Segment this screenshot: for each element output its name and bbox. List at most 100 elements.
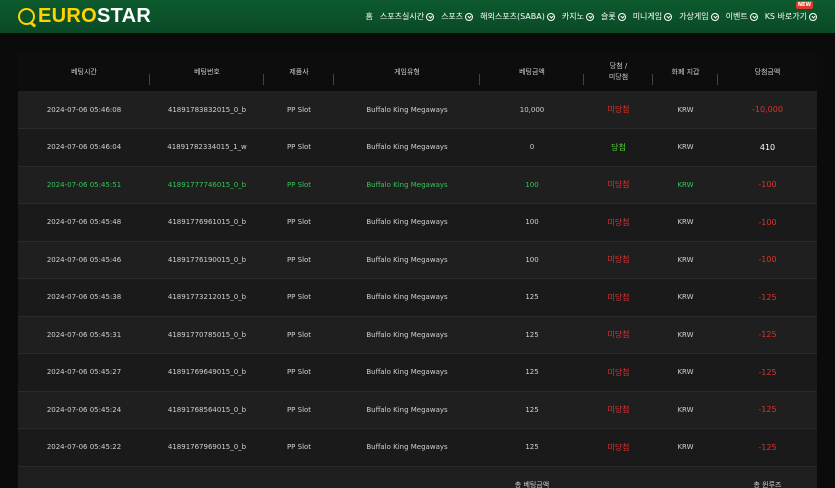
cell-amount: 125 (525, 293, 539, 302)
cell-currency: KRW (677, 405, 694, 414)
cell-id: 41891770785015_0_b (167, 330, 247, 339)
column-header-currency: 화폐 지갑 (653, 53, 718, 91)
cell-id: 41891776190015_0_b (167, 255, 247, 264)
cell-result: 미당첨 (607, 105, 630, 114)
cell-amount: 100 (525, 180, 539, 189)
nav-item-label: 스포츠실시간 (379, 12, 425, 21)
cell-time: 2024-07-06 05:45:51 (46, 180, 122, 189)
nav-item-4[interactable]: 카지노 (562, 11, 594, 22)
cell-game: Buffalo King Megaways (366, 293, 448, 302)
bet-history-table: 베팅시간 베팅번호 제품사 게임유형 베팅금액 당첨 / 미당첨 화폐 지갑 당첨금액 2024… (18, 53, 817, 488)
cell-payout: -10,000 (752, 105, 783, 114)
cell-result: 미당첨 (607, 217, 630, 227)
table-header-row: 베팅시간 베팅번호 제품사 게임유형 베팅금액 당첨 / 미당첨 화폐 지갑 당첨금액 (18, 53, 817, 91)
cell-id: 41891769649015_0_b (167, 368, 247, 377)
cell-time: 2024-07-06 05:45:38 (46, 293, 122, 302)
cell-currency: KRW (677, 143, 694, 152)
nav-item-3[interactable]: 해외스포츠(SABA) (480, 11, 555, 22)
cell-payout: -125 (758, 405, 777, 415)
totals-empty-cell (653, 466, 718, 488)
table-row: 2024-07-06 05:45:22 41891767969015_0_b PP … (18, 428, 817, 466)
nav-item-label: 해외스포츠(SABA) (480, 12, 545, 21)
cell-id: 41891783832015_0_b (167, 105, 247, 114)
cell-time: 2024-07-06 05:45:48 (46, 218, 122, 227)
cell-result: 미당첨 (607, 405, 630, 415)
cell-payout: -100 (758, 180, 777, 190)
table-body: 2024-07-06 05:46:08 41891783832015_0_b PP … (18, 91, 817, 488)
cell-payout: 410 (759, 142, 776, 152)
table-row: 2024-07-06 05:45:27 41891769649015_0_b PP … (18, 353, 817, 391)
cell-id: 41891782334015_1_w (167, 143, 247, 152)
cell-currency: KRW (677, 330, 694, 339)
totals-empty-cell (150, 466, 264, 488)
chevron-down-icon (664, 12, 673, 21)
column-header-provider: 제품사 (264, 53, 334, 91)
column-header-bet-time: 베팅시간 (18, 53, 150, 91)
cell-provider: PP Slot (286, 218, 312, 227)
table-row: 2024-07-06 05:45:31 41891770785015_0_b PP … (18, 316, 817, 354)
nav-item-label: 가상게임 (679, 12, 709, 21)
cell-currency: KRW (677, 255, 694, 264)
cell-provider: PP Slot (286, 443, 312, 452)
nav-item-2[interactable]: 스포츠 (441, 11, 474, 22)
cell-game: Buffalo King Megaways (366, 105, 448, 114)
brand-name-euro: EURO (38, 5, 97, 27)
main-menu: 홈 스포츠실시간 스포츠 해외스포츠(SABA) 카지노 슬롯 미니게임 가상게임 이벤트 KS … (359, 0, 817, 33)
cell-id: 41891767969015_0_b (167, 443, 247, 452)
cell-payout: -100 (758, 217, 777, 227)
cell-currency: KRW (677, 293, 694, 302)
nav-item-1[interactable]: 스포츠실시간 (379, 11, 435, 22)
nav-item-0[interactable]: 홈 (366, 11, 373, 22)
cell-id: 41891768564015_0_b (167, 405, 247, 414)
total-bet-label: 총 베팅금액 (514, 480, 550, 488)
cell-time: 2024-07-06 05:46:04 (46, 143, 122, 152)
nav-item-5[interactable]: 슬롯 (601, 11, 626, 22)
column-header-payout: 당첨금액 (754, 67, 781, 76)
cell-amount: 125 (525, 330, 539, 339)
cell-provider: PP Slot (286, 368, 312, 377)
brand-name: EUROSTAR (38, 5, 151, 28)
cell-payout: -125 (758, 442, 777, 452)
cell-amount: 100 (525, 255, 539, 264)
logo-q-icon (18, 8, 35, 25)
cell-game: Buffalo King Megaways (366, 405, 448, 414)
cell-game: Buffalo King Megaways (366, 368, 448, 377)
nav-item-9[interactable]: KS 바로가기 NEW (764, 1, 817, 22)
top-navigation-bar: EUROSTAR 홈 스포츠실시간 스포츠 해외스포츠(SABA) 카지노 슬롯 미니게임 가… (0, 0, 835, 33)
cell-amount: 10,000 (519, 105, 545, 114)
nav-item-label: KS 바로가기 (764, 12, 807, 21)
nav-item-label: 스포츠 (441, 12, 464, 21)
cell-time: 2024-07-06 05:45:46 (46, 255, 122, 264)
brand-logo[interactable]: EUROSTAR (18, 5, 151, 28)
totals-empty-cell (334, 466, 480, 488)
cell-provider: PP Slot (286, 180, 312, 189)
cell-result: 미당첨 (607, 292, 630, 302)
nav-item-label: 미니게임 (632, 12, 663, 21)
cell-id: 41891777746015_0_b (167, 180, 247, 189)
cell-result: 당첨 (611, 142, 626, 152)
cell-id: 41891773212015_0_b (167, 293, 247, 302)
nav-item-8[interactable]: 이벤트 (726, 11, 758, 22)
new-badge: NEW (795, 1, 813, 9)
nav-item-label: 카지노 (561, 12, 584, 21)
cell-amount: 125 (525, 368, 539, 377)
cell-currency: KRW (677, 218, 694, 227)
cell-game: Buffalo King Megaways (366, 143, 448, 152)
cell-result: 미당첨 (607, 255, 630, 265)
nav-item-6[interactable]: 미니게임 (632, 11, 673, 22)
cell-currency: KRW (677, 180, 694, 189)
cell-time: 2024-07-06 05:45:27 (46, 368, 122, 377)
chevron-down-icon (809, 12, 817, 21)
cell-result: 미당첨 (607, 180, 630, 190)
cell-game: Buffalo King Megaways (366, 255, 448, 264)
cell-currency: KRW (677, 105, 694, 114)
column-header-result: 당첨 / 미당첨 (584, 53, 653, 91)
column-header-bet-id: 베팅번호 (150, 53, 264, 91)
chevron-down-icon (465, 12, 474, 21)
nav-item-label: 이벤트 (725, 12, 748, 21)
chevron-down-icon (546, 12, 555, 21)
cell-amount: 125 (525, 405, 539, 414)
nav-item-7[interactable]: 가상게임 (679, 11, 719, 22)
cell-result: 미당첨 (607, 442, 630, 452)
cell-time: 2024-07-06 05:45:31 (46, 330, 122, 339)
